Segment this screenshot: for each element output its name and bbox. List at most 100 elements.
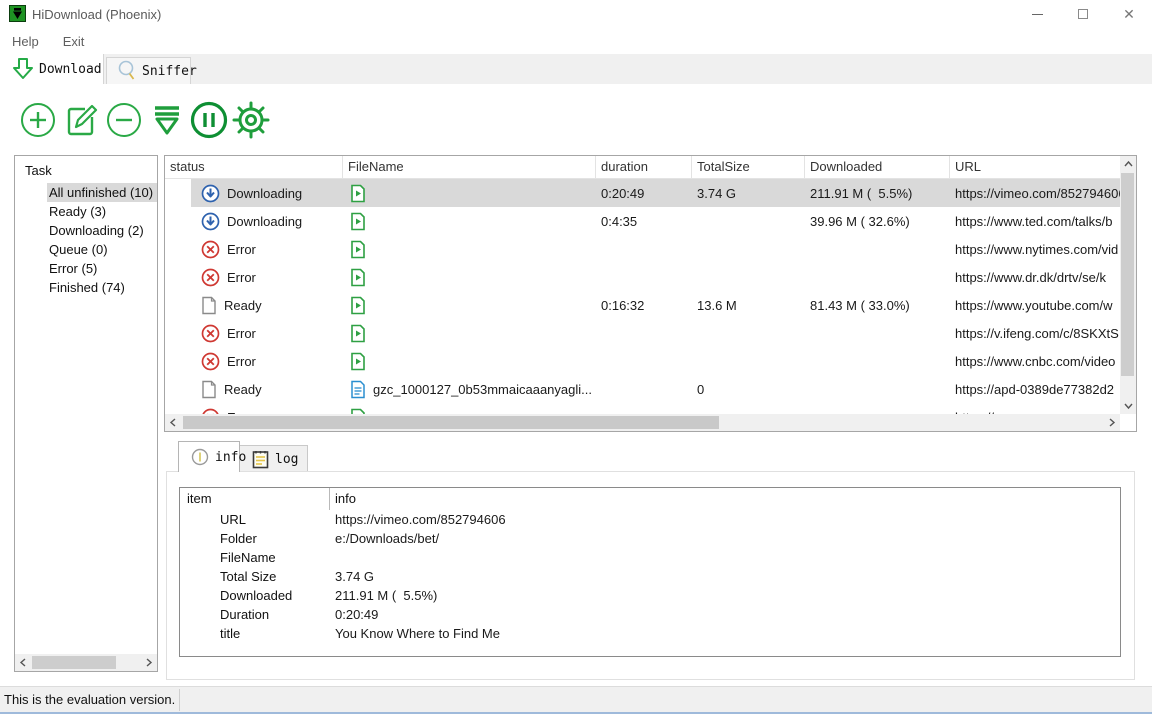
scroll-right-icon[interactable] <box>141 654 157 671</box>
download-row[interactable]: Errorhttps://www.dr.dk/drtv/se/k <box>165 263 1120 291</box>
main-tab-bar: Download Sniffer <box>0 54 1152 84</box>
status-label: Error <box>227 326 256 341</box>
info-table: item info URLhttps://vimeo.com/852794606… <box>179 487 1121 657</box>
download-row[interactable]: Downloading0:4:3539.96 M ( 32.6%)https:/… <box>165 207 1120 235</box>
close-button[interactable]: ✕ <box>1106 0 1152 28</box>
cell-totalsize: 13.6 M <box>692 291 805 319</box>
ready-status-icon <box>201 296 217 315</box>
cell-duration <box>596 319 692 347</box>
sidebar-item-all-unfinished[interactable]: All unfinished (10) <box>47 183 158 202</box>
info-row: Downloaded211.91 M ( 5.5%) <box>180 586 1120 605</box>
maximize-button[interactable] <box>1060 0 1106 28</box>
tab-download[interactable]: Download <box>0 54 104 84</box>
scroll-right-icon[interactable] <box>1104 414 1120 431</box>
remove-task-button[interactable] <box>104 100 144 140</box>
edit-task-icon <box>62 101 100 139</box>
table-hscroll-thumb[interactable] <box>183 416 719 429</box>
table-vertical-scrollbar[interactable] <box>1120 156 1136 414</box>
cell-downloaded: 81.43 M ( 33.0%) <box>805 291 950 319</box>
scroll-left-icon[interactable] <box>15 654 31 671</box>
info-row-value: You Know Where to Find Me <box>330 626 1120 641</box>
minimize-button[interactable] <box>1014 0 1060 28</box>
table-horizontal-scrollbar[interactable] <box>165 414 1120 431</box>
cell-duration <box>596 375 692 403</box>
cell-duration <box>596 347 692 375</box>
menu-exit[interactable]: Exit <box>51 28 97 54</box>
sidebar-item-queue[interactable]: Queue (0) <box>47 240 158 259</box>
scroll-up-icon[interactable] <box>1120 156 1136 172</box>
column-header-totalsize[interactable]: TotalSize <box>692 156 805 178</box>
status-label: Downloading <box>227 186 302 201</box>
add-task-button[interactable] <box>18 100 58 140</box>
cell-filename <box>343 179 596 207</box>
cell-filename <box>343 403 596 414</box>
download-row[interactable]: Readygzc_1000127_0b53mmaicaaanyagli...0h… <box>165 375 1120 403</box>
column-header-status[interactable]: status <box>165 156 343 178</box>
cell-downloaded <box>805 403 950 414</box>
cell-totalsize <box>692 319 805 347</box>
cell-url: https:// <box>950 403 1120 414</box>
info-row: Total Size3.74 G <box>180 567 1120 586</box>
cell-status: Downloading <box>165 179 343 207</box>
download-row[interactable]: Errorhttps://www.cnbc.com/video <box>165 347 1120 375</box>
pause-icon <box>189 100 229 140</box>
status-label: Error <box>227 270 256 285</box>
task-tree-items: All unfinished (10) Ready (3) Downloadin… <box>15 183 158 297</box>
settings-button[interactable] <box>231 100 271 140</box>
column-header-filename[interactable]: FileName <box>343 156 596 178</box>
minimize-icon <box>1032 14 1043 15</box>
title-bar: HiDownload (Phoenix) ✕ <box>0 0 1152 28</box>
download-row[interactable]: Errorhttps://www.nytimes.com/vid <box>165 235 1120 263</box>
pause-button[interactable] <box>189 100 229 140</box>
cell-url: https://v.ifeng.com/c/8SKXtS <box>950 319 1120 347</box>
column-header-downloaded[interactable]: Downloaded <box>805 156 950 178</box>
tab-info-label: info <box>215 450 246 465</box>
info-row-label: title <box>180 626 330 641</box>
sidebar-item-error[interactable]: Error (5) <box>47 259 158 278</box>
edit-task-button[interactable] <box>61 100 101 140</box>
sidebar-scroll-thumb[interactable] <box>32 656 116 669</box>
detail-tab-bar: info log <box>178 441 308 472</box>
filename-label: gzc_1000127_0b53mmaicaaanyagli... <box>373 382 592 397</box>
task-tree-root[interactable]: Task <box>25 163 52 178</box>
info-row-value: https://vimeo.com/852794606 <box>330 512 1120 527</box>
video-file-icon <box>350 268 366 287</box>
status-separator <box>179 689 180 711</box>
menu-help[interactable]: Help <box>0 28 51 54</box>
download-row[interactable]: Error https:// <box>165 403 1120 414</box>
table-vscroll-thumb[interactable] <box>1121 173 1134 376</box>
cell-duration <box>596 263 692 291</box>
cell-filename <box>343 291 596 319</box>
tab-download-label: Download <box>39 62 102 77</box>
info-row-label: Downloaded <box>180 588 330 603</box>
cell-status: Error <box>165 347 343 375</box>
scroll-down-icon[interactable] <box>1120 398 1136 414</box>
cell-duration: 0:20:49 <box>596 179 692 207</box>
status-label: Downloading <box>227 214 302 229</box>
cell-totalsize <box>692 403 805 414</box>
video-file-icon <box>350 240 366 259</box>
sidebar-item-downloading[interactable]: Downloading (2) <box>47 221 158 240</box>
start-download-button[interactable] <box>147 100 187 140</box>
sidebar-item-finished[interactable]: Finished (74) <box>47 278 158 297</box>
sidebar-item-ready[interactable]: Ready (3) <box>47 202 158 221</box>
sidebar-horizontal-scrollbar[interactable] <box>15 654 157 671</box>
cell-filename <box>343 235 596 263</box>
column-header-url[interactable]: URL <box>950 156 1120 178</box>
downloading-status-icon <box>201 184 220 203</box>
tab-log[interactable]: log <box>240 445 308 472</box>
remove-task-icon <box>105 101 143 139</box>
download-row[interactable]: Error https://v.ifeng.com/c/8SKXtS <box>165 319 1120 347</box>
download-list-panel: status FileName duration TotalSize Downl… <box>164 155 1137 432</box>
download-row[interactable]: Ready0:16:3213.6 M81.43 M ( 33.0%)https:… <box>165 291 1120 319</box>
cell-status: Error <box>165 403 343 414</box>
download-row[interactable]: Downloading0:20:493.74 G211.91 M ( 5.5%)… <box>165 179 1120 207</box>
tab-info[interactable]: info <box>178 441 240 472</box>
info-row-label: URL <box>180 512 330 527</box>
column-header-duration[interactable]: duration <box>596 156 692 178</box>
tab-sniffer[interactable]: Sniffer <box>106 57 191 84</box>
cell-duration <box>596 235 692 263</box>
cell-totalsize <box>692 235 805 263</box>
scroll-left-icon[interactable] <box>165 414 181 431</box>
cell-duration <box>596 403 692 414</box>
